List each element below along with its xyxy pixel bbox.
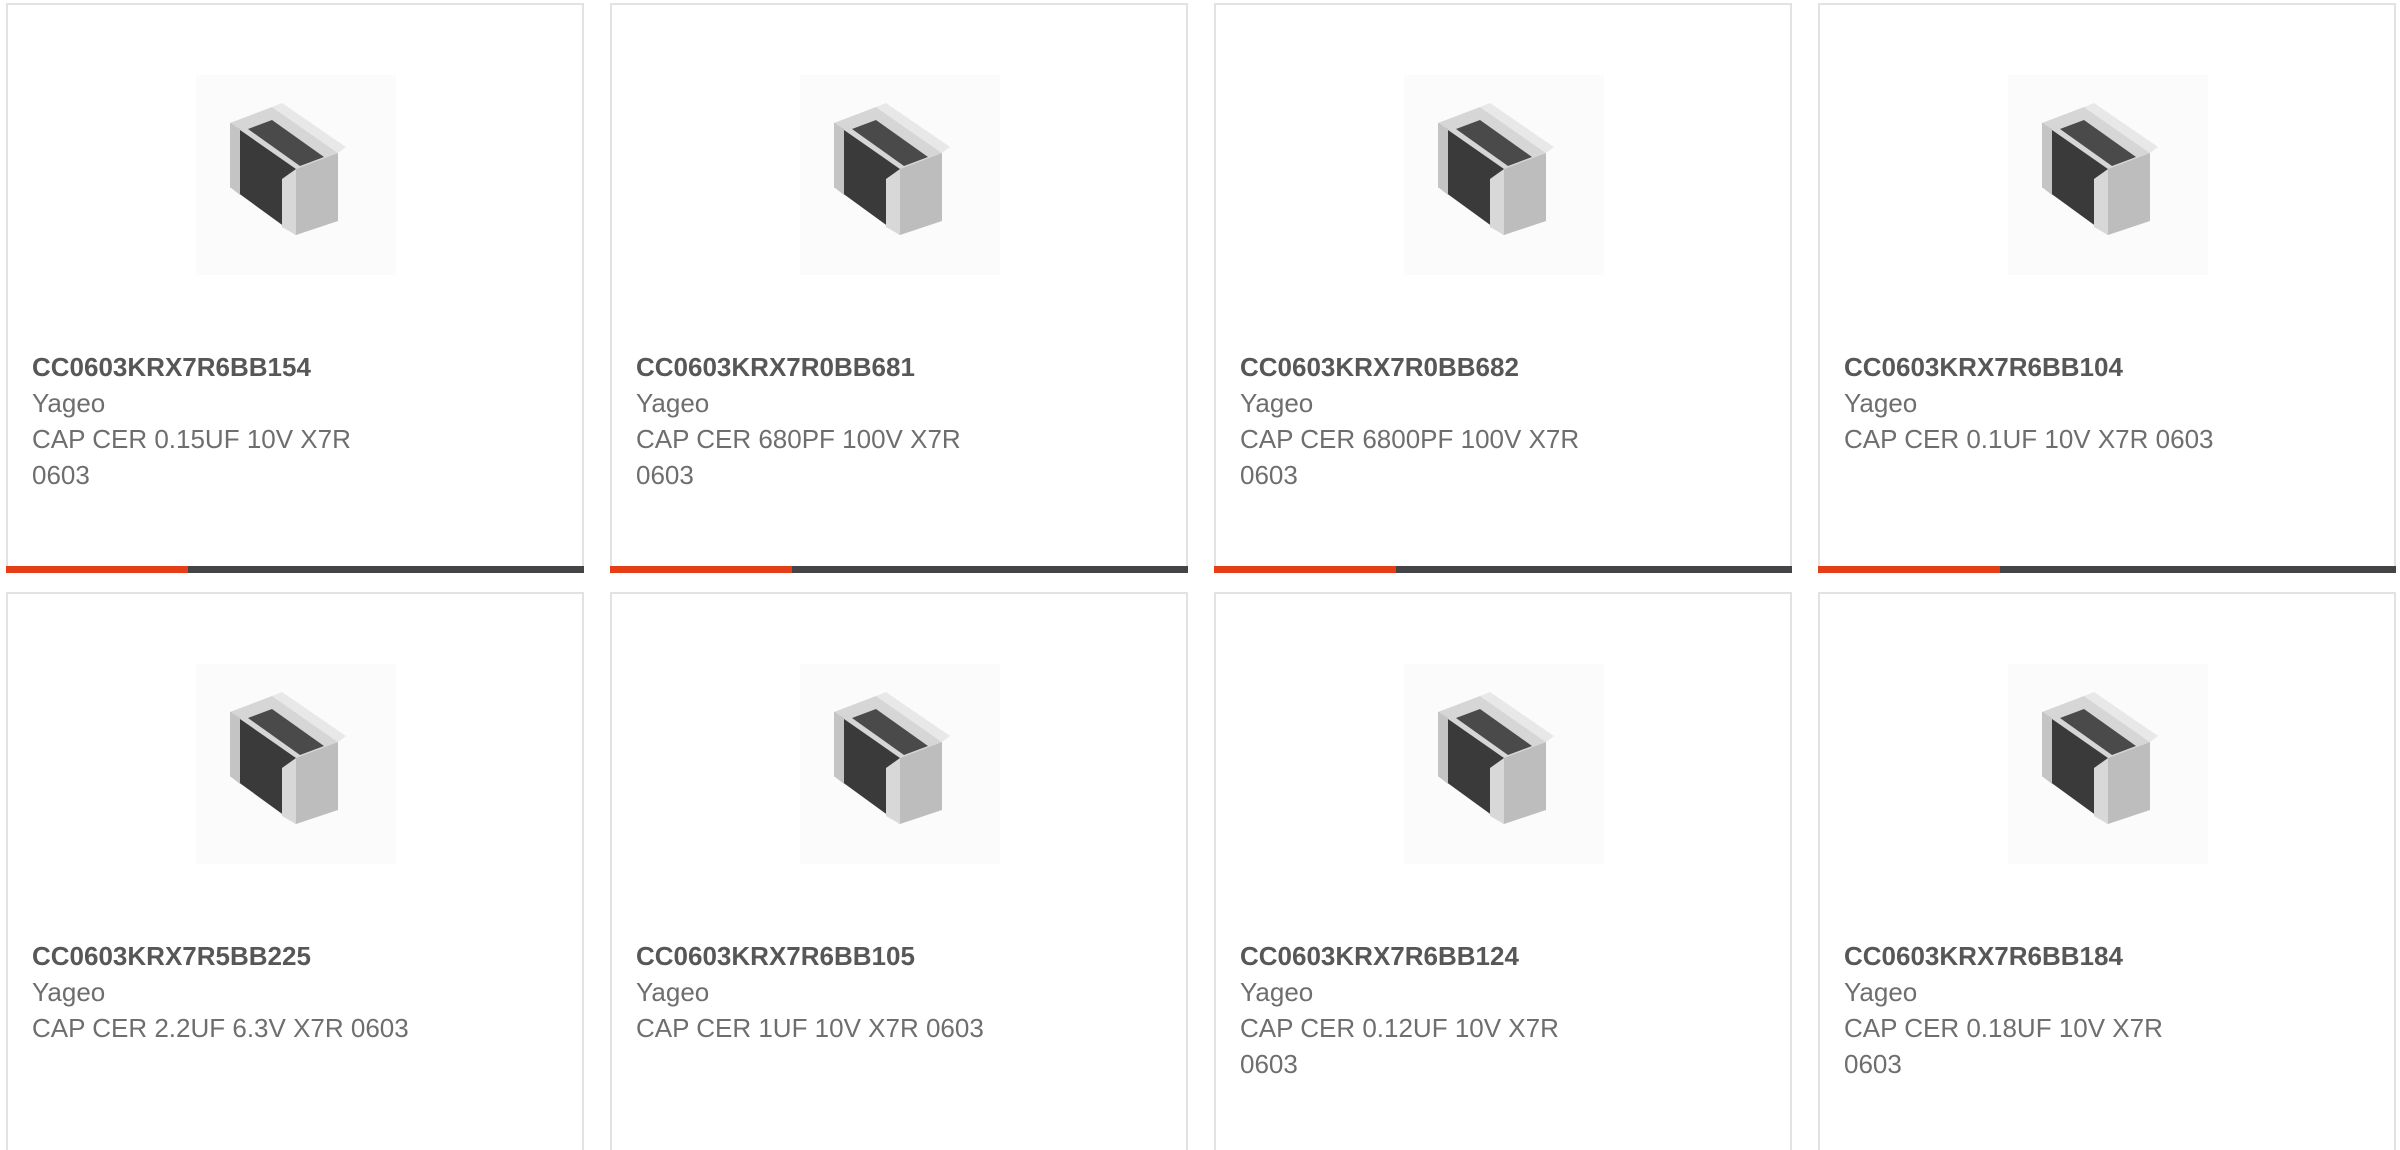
part-number[interactable]: CC0603KRX7R6BB154	[32, 349, 502, 385]
card-accent-bar	[1214, 566, 1396, 573]
card-accent-bar	[610, 566, 792, 573]
chip-capacitor-icon	[834, 103, 950, 235]
chip-capacitor-icon	[834, 692, 950, 824]
product-card[interactable]: CC0603KRX7R0BB682 Yageo CAP CER 6800PF 1…	[1214, 3, 1792, 573]
product-image[interactable]	[1404, 664, 1604, 864]
product-card[interactable]: CC0603KRX7R6BB105 Yageo CAP CER 1UF 10V …	[610, 592, 1188, 1150]
product-card[interactable]: CC0603KRX7R6BB184 Yageo CAP CER 0.18UF 1…	[1818, 592, 2396, 1150]
manufacturer: Yageo	[636, 388, 710, 418]
product-card[interactable]: CC0603KRX7R0BB681 Yageo CAP CER 680PF 10…	[610, 3, 1188, 573]
product-description: CAP CER 0.18UF 10V X7R 0603	[1844, 1013, 2163, 1079]
card-bottom-bar	[1214, 566, 1792, 573]
card-accent-bar	[6, 566, 188, 573]
product-description: CAP CER 0.1UF 10V X7R 0603	[1844, 424, 2214, 454]
chip-capacitor-icon	[1438, 692, 1554, 824]
product-image[interactable]	[1404, 75, 1604, 275]
product-card[interactable]: CC0603KRX7R6BB154 Yageo CAP CER 0.15UF 1…	[6, 3, 584, 573]
part-number[interactable]: CC0603KRX7R6BB105	[636, 938, 1106, 974]
manufacturer: Yageo	[1844, 388, 1918, 418]
manufacturer: Yageo	[1240, 388, 1314, 418]
manufacturer: Yageo	[1240, 977, 1314, 1007]
part-number[interactable]: CC0603KRX7R5BB225	[32, 938, 502, 974]
product-image[interactable]	[800, 664, 1000, 864]
chip-capacitor-icon	[1438, 103, 1554, 235]
product-card[interactable]: CC0603KRX7R6BB124 Yageo CAP CER 0.12UF 1…	[1214, 592, 1792, 1150]
chip-capacitor-icon	[2042, 692, 2158, 824]
card-bottom-bar	[610, 566, 1188, 573]
chip-capacitor-icon	[230, 103, 346, 235]
manufacturer: Yageo	[636, 977, 710, 1007]
product-description: CAP CER 0.15UF 10V X7R 0603	[32, 424, 351, 490]
product-image[interactable]	[196, 75, 396, 275]
product-image[interactable]	[2008, 664, 2208, 864]
part-number[interactable]: CC0603KRX7R6BB104	[1844, 349, 2314, 385]
product-image[interactable]	[800, 75, 1000, 275]
card-accent-bar	[1818, 566, 2000, 573]
part-number[interactable]: CC0603KRX7R6BB124	[1240, 938, 1710, 974]
product-card[interactable]: CC0603KRX7R6BB104 Yageo CAP CER 0.1UF 10…	[1818, 3, 2396, 573]
product-description: CAP CER 1UF 10V X7R 0603	[636, 1013, 984, 1043]
product-description: CAP CER 2.2UF 6.3V X7R 0603	[32, 1013, 409, 1043]
product-image[interactable]	[196, 664, 396, 864]
part-number[interactable]: CC0603KRX7R0BB682	[1240, 349, 1710, 385]
product-grid: CC0603KRX7R6BB154 Yageo CAP CER 0.15UF 1…	[0, 0, 2400, 1150]
part-number[interactable]: CC0603KRX7R6BB184	[1844, 938, 2314, 974]
part-number[interactable]: CC0603KRX7R0BB681	[636, 349, 1106, 385]
chip-capacitor-icon	[230, 692, 346, 824]
product-description: CAP CER 0.12UF 10V X7R 0603	[1240, 1013, 1559, 1079]
product-image[interactable]	[2008, 75, 2208, 275]
manufacturer: Yageo	[1844, 977, 1918, 1007]
chip-capacitor-icon	[2042, 103, 2158, 235]
manufacturer: Yageo	[32, 388, 106, 418]
product-description: CAP CER 6800PF 100V X7R 0603	[1240, 424, 1580, 490]
product-card[interactable]: CC0603KRX7R5BB225 Yageo CAP CER 2.2UF 6.…	[6, 592, 584, 1150]
manufacturer: Yageo	[32, 977, 106, 1007]
card-bottom-bar	[1818, 566, 2396, 573]
card-bottom-bar	[6, 566, 584, 573]
product-description: CAP CER 680PF 100V X7R 0603	[636, 424, 961, 490]
